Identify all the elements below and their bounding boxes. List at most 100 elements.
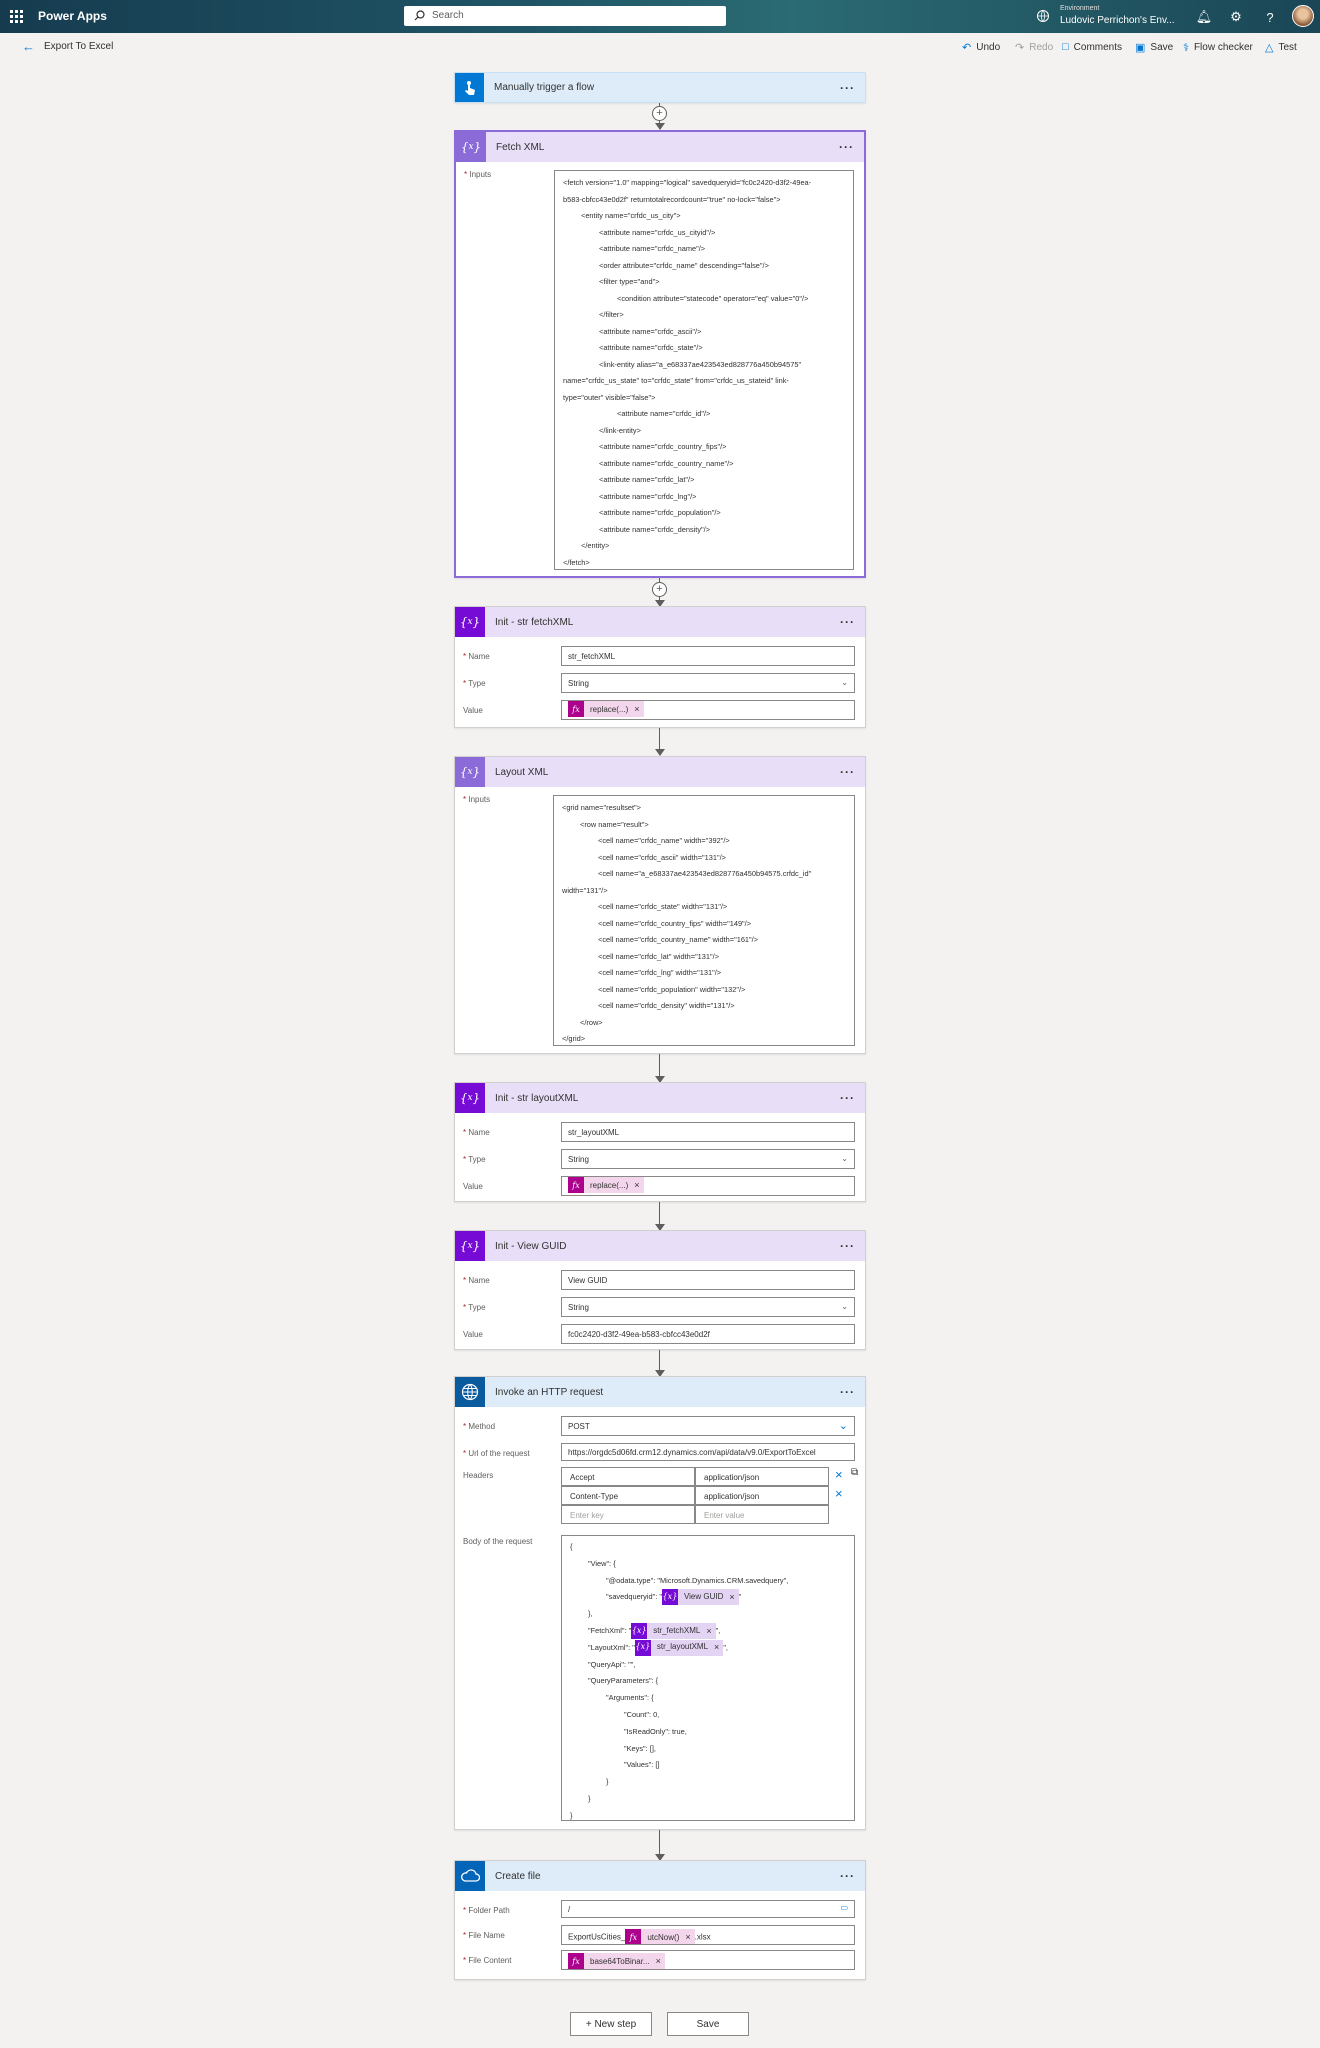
value-field[interactable]: fx replace(...) × <box>561 1176 855 1196</box>
arrow-down-icon <box>655 749 665 756</box>
variable-token[interactable]: {x} View GUID × <box>661 1589 739 1606</box>
test-button[interactable]: △ Test <box>1265 41 1297 54</box>
remove-token-icon[interactable]: × <box>727 1589 738 1606</box>
remove-token-icon[interactable]: × <box>683 1932 694 1942</box>
name-field[interactable]: str_layoutXML <box>561 1122 855 1142</box>
app-name[interactable]: Power Apps <box>38 9 107 23</box>
init-view-guid-card[interactable]: {x} Init - View GUID ··· * Name View GUI… <box>454 1230 866 1350</box>
more-options-icon[interactable]: ··· <box>840 1091 855 1105</box>
back-arrow-icon[interactable]: ← <box>22 39 35 54</box>
more-options-icon[interactable]: ··· <box>840 1869 855 1883</box>
more-options-icon[interactable]: ··· <box>840 615 855 629</box>
delete-header-icon[interactable]: × <box>835 1467 843 1482</box>
trigger-card[interactable]: Manually trigger a flow ··· <box>454 72 866 103</box>
redo-button[interactable]: ↷ Redo <box>1015 41 1053 54</box>
bell-icon[interactable]: 🔔︎ <box>1196 9 1213 25</box>
header-value-input[interactable]: Enter value <box>695 1505 829 1524</box>
save-flow-button[interactable]: Save <box>667 2012 749 2036</box>
headers-label: Headers <box>463 1471 494 1480</box>
header-value-field[interactable]: application/json <box>695 1486 829 1505</box>
variable-token[interactable]: {x} str_layoutXML × <box>634 1639 724 1656</box>
expression-token[interactable]: fx replace(...) × <box>568 1177 644 1193</box>
environment-picker[interactable]: Environment Ludovic Perrichon's Env... <box>1030 3 1175 29</box>
flask-icon: △ <box>1265 42 1274 54</box>
method-value: POST <box>568 1422 590 1431</box>
card-title: Layout XML <box>495 766 549 778</box>
fetch-xml-card[interactable]: {x} Fetch XML ··· * Inputs <fetch versio… <box>454 130 866 578</box>
body-editor[interactable]: { "View": { "@odata.type": "Microsoft.Dy… <box>561 1535 855 1821</box>
inputs-label: * Inputs <box>463 795 491 804</box>
token-label: View GUID <box>683 1592 724 1602</box>
code-line: { <box>570 1542 573 1551</box>
type-select[interactable]: String ⌄ <box>561 673 855 693</box>
url-field[interactable]: https://orgdc5d06fd.crm12.dynamics.com/a… <box>561 1443 855 1461</box>
comment-icon: □ <box>1062 41 1069 53</box>
card-title: Manually trigger a flow <box>494 82 595 93</box>
code-line: "View": { <box>588 1558 616 1568</box>
method-row: * Method POST ⌄ <box>463 1416 855 1443</box>
avatar[interactable] <box>1292 5 1314 27</box>
token-label: replace(...) <box>590 1180 629 1190</box>
delete-header-icon[interactable]: × <box>835 1486 843 1501</box>
flow-checker-button[interactable]: ⚕ Flow checker <box>1183 41 1253 54</box>
init-fetchxml-card[interactable]: {x} Init - str fetchXML ··· * Name str_f… <box>454 606 866 728</box>
gear-icon[interactable]: ⚙ <box>1228 9 1244 25</box>
remove-token-icon[interactable]: × <box>632 1180 643 1190</box>
more-options-icon[interactable]: ··· <box>840 81 855 95</box>
more-options-icon[interactable]: ··· <box>840 765 855 779</box>
code-line: } <box>570 1810 573 1820</box>
value-field[interactable]: fc0c2420-d3f2-49ea-b583-cbfcc43e0d2f <box>561 1324 855 1344</box>
layout-xml-editor[interactable]: <grid name="resultset"> <row name="resul… <box>553 795 855 1046</box>
name-label: * Name <box>463 1128 490 1137</box>
folder-icon[interactable]: ▭ <box>840 1903 848 1912</box>
filename-prefix: ExportUsCities_ <box>568 1932 626 1942</box>
fx-icon: fx <box>625 1929 642 1944</box>
comments-button[interactable]: □ Comments <box>1062 41 1122 53</box>
type-select[interactable]: String ⌄ <box>561 1297 855 1317</box>
text-mode-icon[interactable]: ⧉ <box>851 1467 858 1478</box>
remove-token-icon[interactable]: × <box>632 704 643 714</box>
name-field[interactable]: str_fetchXML <box>561 646 855 666</box>
code-line: <cell name="crfdc_density" width="131"/> <box>598 1001 735 1010</box>
header-key-field[interactable]: Content-Type <box>561 1486 695 1505</box>
value-field[interactable]: fx replace(...) × <box>561 700 855 720</box>
method-select[interactable]: POST ⌄ <box>561 1416 855 1436</box>
variable-token[interactable]: {x} str_fetchXML × <box>631 1623 716 1640</box>
remove-token-icon[interactable]: × <box>654 1956 665 1966</box>
search-input[interactable]: Search <box>404 6 726 26</box>
undo-button[interactable]: ↶ Undo <box>962 41 1000 54</box>
folder-path-field[interactable]: / ▭ <box>561 1900 855 1918</box>
more-options-icon[interactable]: ··· <box>839 140 854 154</box>
chevron-down-icon: ⌄ <box>841 1154 848 1163</box>
layout-xml-card[interactable]: {x} Layout XML ··· * Inputs <grid name="… <box>454 756 866 1054</box>
init-layoutxml-card[interactable]: {x} Init - str layoutXML ··· * Name str_… <box>454 1082 866 1202</box>
expression-token[interactable]: fx base64ToBinar... × <box>568 1953 665 1969</box>
create-file-card[interactable]: Create file ··· * Folder Path / ▭ * File … <box>454 1860 866 1980</box>
save-button[interactable]: ▣ Save <box>1135 41 1173 54</box>
new-step-button[interactable]: + New step <box>570 2012 652 2036</box>
file-content-field[interactable]: fx base64ToBinar... × <box>561 1950 855 1970</box>
code-line: <grid name="resultset"> <box>562 803 641 812</box>
header-key-field[interactable]: Accept <box>561 1467 695 1486</box>
globe-icon <box>455 1377 485 1407</box>
name-field[interactable]: View GUID <box>561 1270 855 1290</box>
http-request-card[interactable]: Invoke an HTTP request ··· * Method POST… <box>454 1376 866 1830</box>
header-value-field[interactable]: application/json <box>695 1467 829 1486</box>
more-options-icon[interactable]: ··· <box>840 1239 855 1253</box>
token-label: replace(...) <box>590 704 629 714</box>
header-key-input[interactable]: Enter key <box>561 1505 695 1524</box>
fetch-xml-editor[interactable]: <fetch version="1.0" mapping="logical" s… <box>554 170 854 570</box>
expression-token[interactable]: fx replace(...) × <box>568 701 644 717</box>
chevron-down-icon: ⌄ <box>841 1302 848 1311</box>
body-row: Body of the request { "View": { "@odata.… <box>463 1535 855 1825</box>
file-name-field[interactable]: ExportUsCities_ fx utcNow() × .xlsx <box>561 1925 855 1945</box>
help-icon[interactable]: ? <box>1262 9 1278 25</box>
type-select[interactable]: String ⌄ <box>561 1149 855 1169</box>
remove-token-icon[interactable]: × <box>712 1639 723 1656</box>
insert-step-icon[interactable]: + <box>652 582 667 597</box>
app-launcher-icon[interactable] <box>10 10 23 23</box>
remove-token-icon[interactable]: × <box>704 1623 715 1640</box>
expression-token[interactable]: fx utcNow() × <box>625 1929 695 1944</box>
insert-step-icon[interactable]: + <box>652 106 667 121</box>
more-options-icon[interactable]: ··· <box>840 1385 855 1399</box>
